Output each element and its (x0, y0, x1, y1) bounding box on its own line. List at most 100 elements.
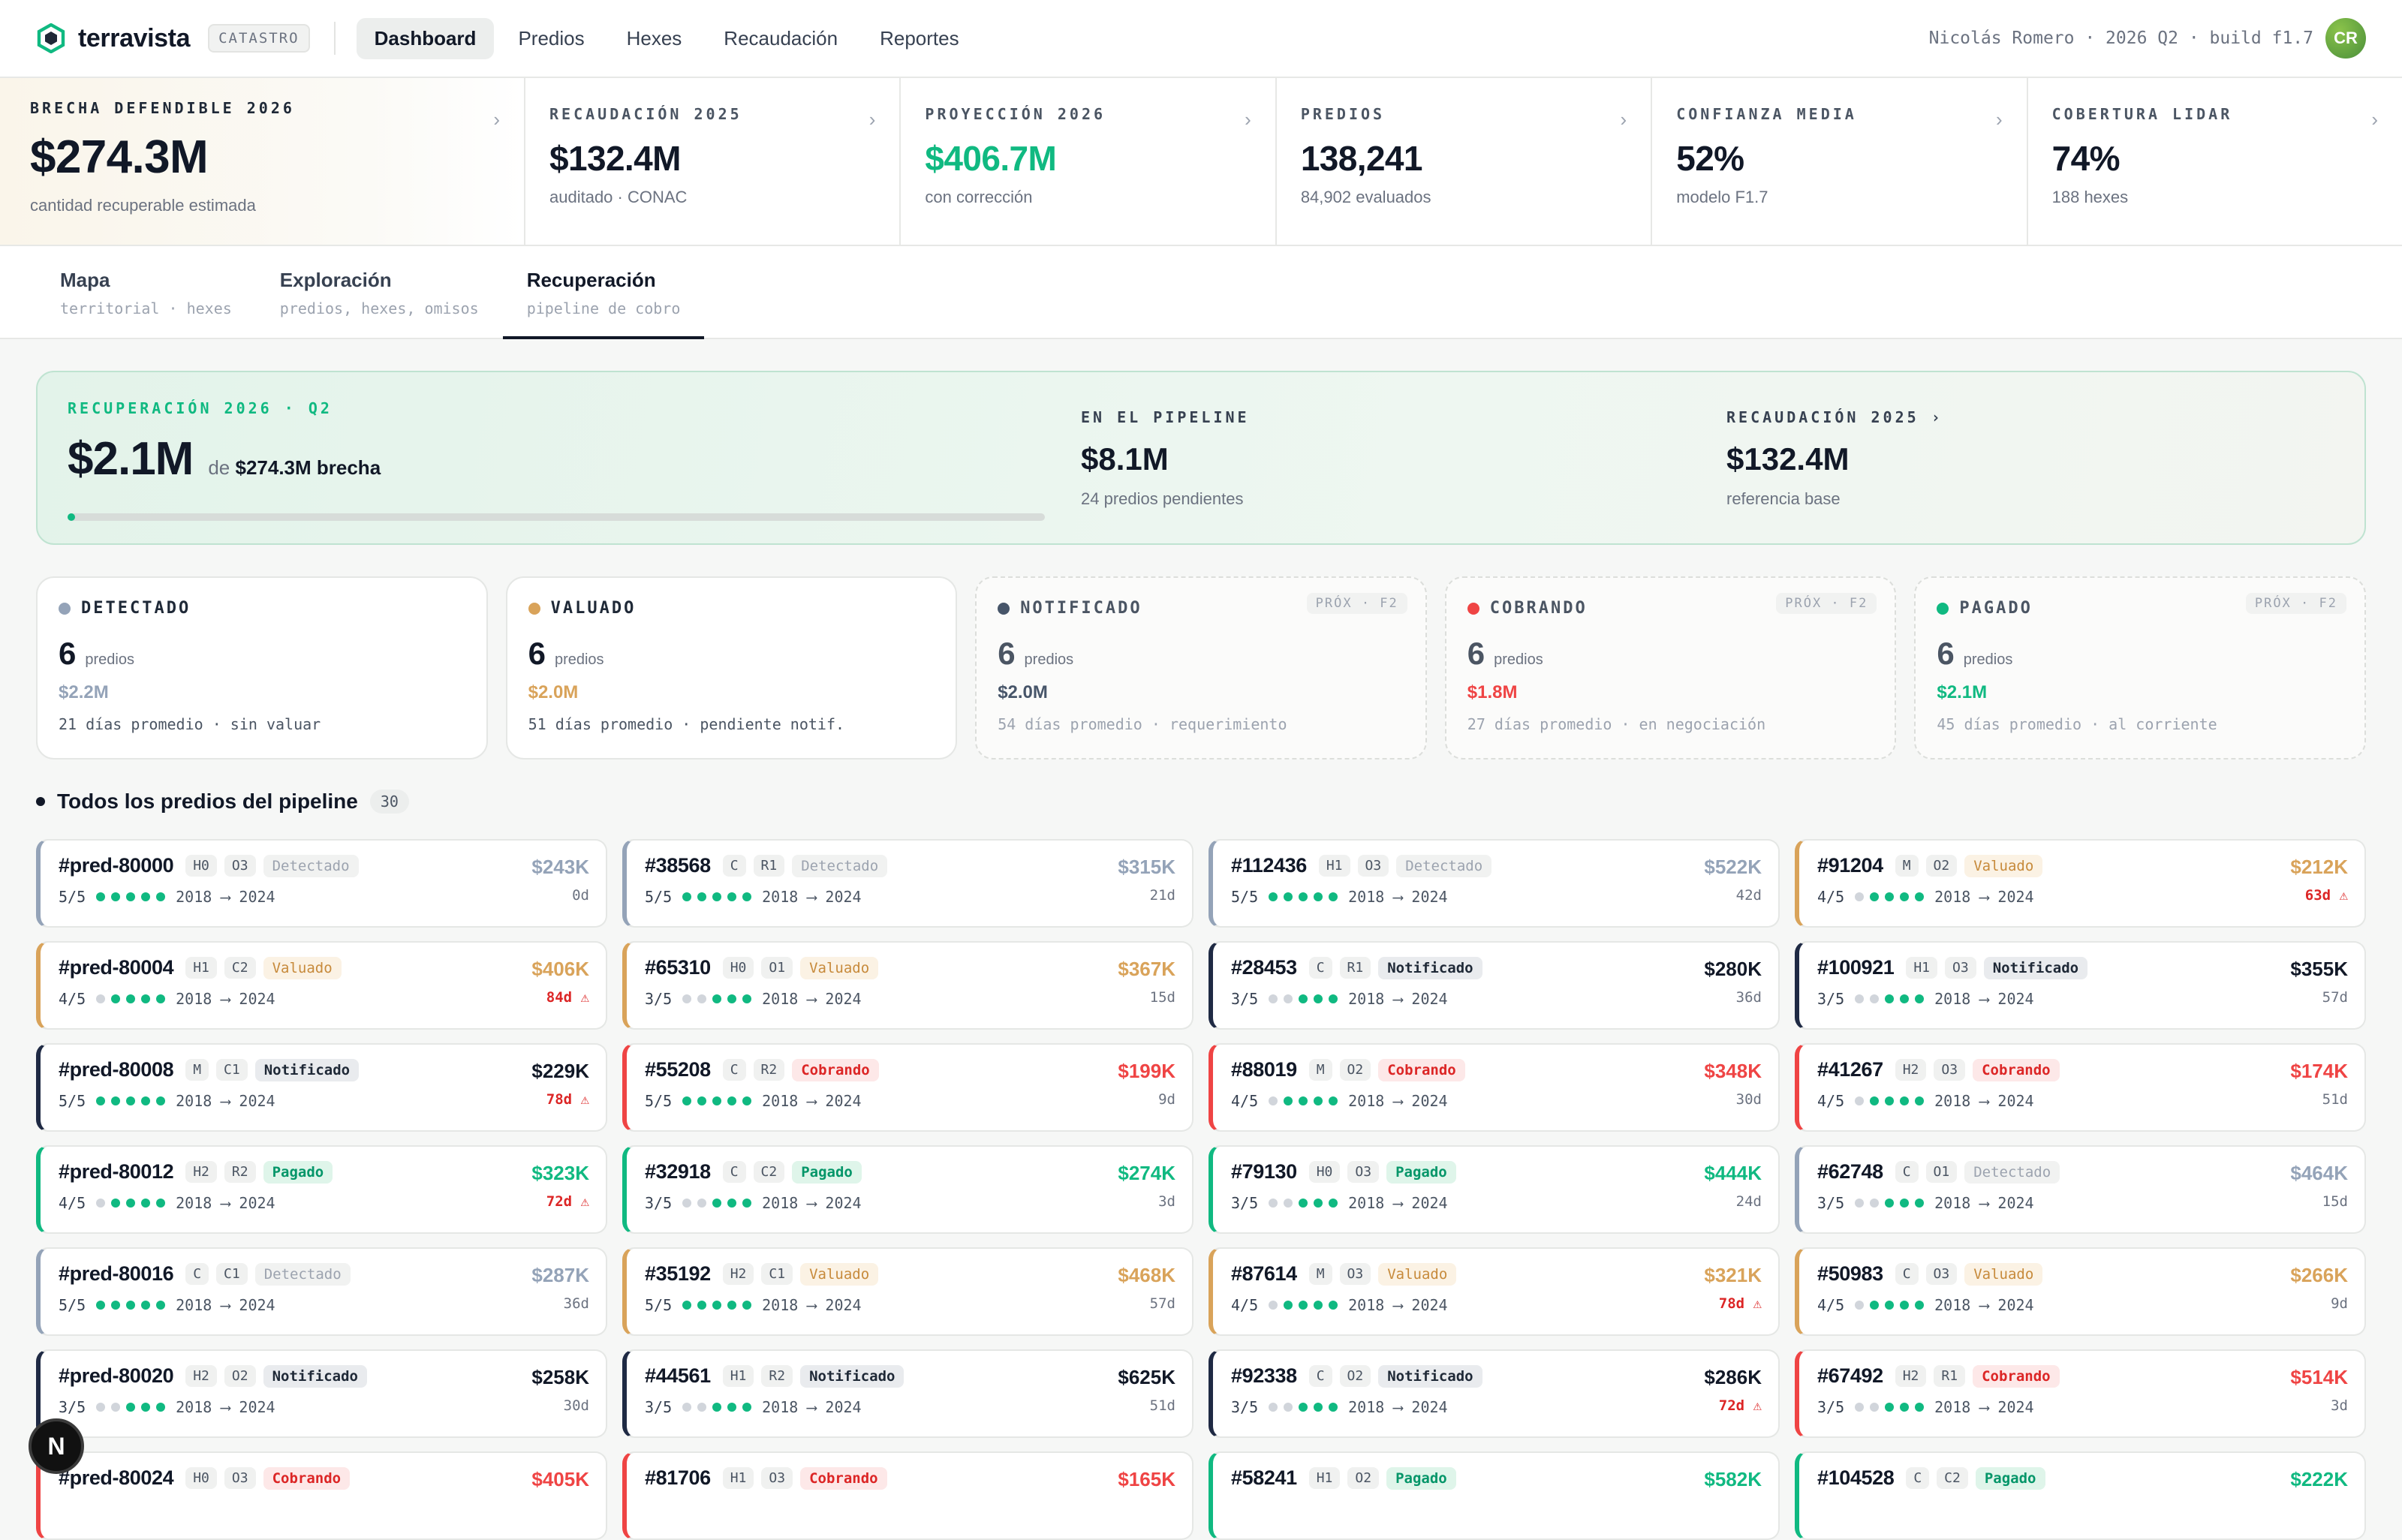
kpi-recaudacion[interactable]: RECAUDACIÓN 2025 $132.4M auditado · CONA… (525, 78, 902, 245)
tab-subtitle: territorial · hexes (60, 299, 232, 317)
kpi-sub: con corrección (925, 188, 1033, 206)
tab-mapa[interactable]: Mapa territorial · hexes (36, 246, 256, 339)
stage-cobrando[interactable]: COBRANDO PRÓX · F2 6 predios $1.8M 27 dí… (1444, 576, 1897, 759)
zone-chip: C1 (216, 1059, 248, 1081)
predio-card[interactable]: #50983 C O3 Valuado $266K 9d 4/5 2018 ⟶ … (1795, 1247, 2366, 1336)
predio-card[interactable]: #104528 C C2 Pagado $222K (1795, 1451, 2366, 1540)
predio-card[interactable]: #88019 M O2 Cobrando $348K 30d 4/5 2018 … (1209, 1043, 1780, 1132)
confidence-score: 3/5 (1231, 990, 1259, 1008)
predio-card[interactable]: #65310 H0 O1 Valuado $367K 15d 3/5 2018 … (622, 941, 1193, 1030)
next-dev-badge[interactable]: N (29, 1418, 84, 1474)
app-tag: CATASTRO (208, 24, 310, 53)
predio-card[interactable]: #81706 H1 O3 Cobrando $165K (622, 1451, 1193, 1540)
predio-card[interactable]: #pred-80004 H1 C2 Valuado $406K 84d ⚠ 4/… (36, 941, 607, 1030)
predio-card[interactable]: #41267 H2 O3 Cobrando $174K 51d 4/5 2018… (1795, 1043, 2366, 1132)
base-stat[interactable]: RECAUDACIÓN 2025 › $132.4M referencia ba… (1726, 408, 1943, 509)
kpi-predios[interactable]: PREDIOS 138,241 84,902 evaluados › (1277, 78, 1653, 245)
predio-card[interactable]: #pred-80016 C C1 Detectado $287K 36d 5/5… (36, 1247, 607, 1336)
predio-card[interactable]: #87614 M O3 Valuado $321K 78d ⚠ 4/5 2018… (1209, 1247, 1780, 1336)
stage-phase-badge: PRÓX · F2 (1306, 593, 1407, 614)
tab-title: Exploración (279, 269, 392, 291)
nav-recaudacion[interactable]: Recaudación (706, 18, 856, 59)
predio-card[interactable]: #pred-80000 H0 O3 Detectado $243K 0d 5/5… (36, 839, 607, 928)
stage-pagado[interactable]: PAGADO PRÓX · F2 6 predios $2.1M 45 días… (1914, 576, 2366, 759)
predio-card[interactable]: #91204 M O2 Valuado $212K 63d ⚠ 4/5 2018… (1795, 839, 2366, 928)
stage-notificado[interactable]: NOTIFICADO PRÓX · F2 6 predios $2.0M 54 … (975, 576, 1427, 759)
year-range: 2018 ⟶ 2024 (762, 1194, 862, 1212)
app-logo[interactable]: terravista CATASTRO (36, 23, 310, 53)
card-top: #92338 C O2 Notificado (1231, 1364, 1760, 1388)
predio-card[interactable]: #38568 C R1 Detectado $315K 21d 5/5 2018… (622, 839, 1193, 928)
confidence-dot (1269, 1096, 1278, 1105)
kpi-lidar[interactable]: COBERTURA LIDAR 74% 188 hexes › (2028, 78, 2402, 245)
predio-card[interactable]: #pred-80012 H2 R2 Pagado $323K 72d ⚠ 4/5… (36, 1145, 607, 1234)
status-badge: Notificado (254, 1058, 360, 1081)
predio-card[interactable]: #112436 H1 O3 Detectado $522K 42d 5/5 20… (1209, 839, 1780, 928)
year-range: 2018 ⟶ 2024 (176, 990, 275, 1008)
predio-card[interactable]: #58241 H1 O2 Pagado $582K (1209, 1451, 1780, 1540)
confidence-dots (1855, 1199, 1925, 1208)
avatar[interactable]: CR (2325, 18, 2366, 59)
kpi-confianza[interactable]: CONFIANZA MEDIA 52% modelo F1.7 › (1652, 78, 2028, 245)
confidence-score: 4/5 (1231, 1296, 1259, 1314)
predio-card[interactable]: #79130 H0 O3 Pagado $444K 24d 3/5 2018 ⟶… (1209, 1145, 1780, 1234)
predio-card[interactable]: #100921 H1 O3 Notificado $355K 57d 3/5 2… (1795, 941, 2366, 1030)
nav-hexes[interactable]: Hexes (609, 18, 700, 59)
nav-dashboard[interactable]: Dashboard (356, 17, 495, 59)
predio-card[interactable]: #55208 C R2 Cobrando $199K 9d 5/5 2018 ⟶… (622, 1043, 1193, 1132)
hex-chip: H1 (722, 1467, 754, 1489)
kpi-label: RECAUDACIÓN 2025 (549, 105, 742, 123)
predio-card[interactable]: #35192 H2 C1 Valuado $468K 57d 5/5 2018 … (622, 1247, 1193, 1336)
card-top: #100921 H1 O3 Notificado (1817, 956, 2346, 979)
predio-card[interactable]: #44561 H1 R2 Notificado $625K 51d 3/5 20… (622, 1349, 1193, 1438)
predio-card[interactable]: #92338 C O2 Notificado $286K 72d ⚠ 3/5 2… (1209, 1349, 1780, 1438)
confidence-dot (1284, 892, 1293, 901)
hex-chip: H1 (185, 957, 217, 979)
confidence-score: 3/5 (1817, 1398, 1845, 1416)
confidence-score: 4/5 (59, 1194, 86, 1212)
confidence-dot (697, 994, 707, 1003)
recovery-banner: RECUPERACIÓN 2026 · Q2 $2.1M de $274.3M … (36, 371, 2366, 545)
status-dot-icon (1467, 602, 1479, 615)
zone-chip: C2 (1937, 1467, 1968, 1489)
confidence-dot (1855, 1301, 1865, 1310)
card-top: #pred-80000 H0 O3 Detectado (59, 854, 588, 877)
confidence-dot (1885, 994, 1895, 1003)
hex-chip: H2 (185, 1161, 217, 1183)
confidence-dot (1885, 1403, 1895, 1412)
stage-unit: predios (85, 651, 134, 668)
predio-card[interactable]: #62748 C O1 Detectado $464K 15d 3/5 2018… (1795, 1145, 2366, 1234)
stage-count: 6 (528, 636, 546, 671)
confidence-dot (1329, 1301, 1338, 1310)
predio-card[interactable]: #28453 C R1 Notificado $280K 36d 3/5 201… (1209, 941, 1780, 1030)
confidence-dot (682, 994, 692, 1003)
confidence-dot (1299, 1403, 1308, 1412)
nav-reportes[interactable]: Reportes (862, 18, 977, 59)
predio-card[interactable]: #67492 H2 R1 Cobrando $514K 3d 3/5 2018 … (1795, 1349, 2366, 1438)
stage-footer: 27 días promedio · en negociación (1467, 715, 1766, 733)
card-bottom: 4/5 2018 ⟶ 2024 (59, 990, 588, 1008)
confidence-dot (1855, 1096, 1865, 1105)
zone-chip: O3 (224, 1467, 256, 1489)
stage-detectado[interactable]: DETECTADO 6 predios $2.2M 21 días promed… (36, 576, 488, 759)
tab-title: Recuperación (526, 269, 656, 291)
status-badge: Valuado (263, 956, 342, 979)
kpi-proyeccion[interactable]: PROYECCIÓN 2026 $406.7M con corrección › (901, 78, 1277, 245)
kpi-sub: 84,902 evaluados (1300, 188, 1431, 206)
card-top: #88019 M O2 Cobrando (1231, 1058, 1760, 1081)
predio-card[interactable]: #pred-80008 M C1 Notificado $229K 78d ⚠ … (36, 1043, 607, 1132)
confidence-dot (156, 892, 166, 901)
kpi-brecha[interactable]: BRECHA DEFENDIBLE 2026 $274.3M cantidad … (0, 78, 525, 245)
confidence-score: 5/5 (59, 1092, 86, 1110)
predio-card[interactable]: #32918 C C2 Pagado $274K 3d 3/5 2018 ⟶ 2… (622, 1145, 1193, 1234)
predio-card[interactable]: #pred-80024 H0 O3 Cobrando $405K (36, 1451, 607, 1540)
view-tabs: Mapa territorial · hexes Exploración pre… (0, 246, 2402, 339)
tab-exploracion[interactable]: Exploración predios, hexes, omisos (256, 246, 503, 339)
pipeline-label: EN EL PIPELINE (1081, 408, 1250, 426)
tab-recuperacion[interactable]: Recuperación pipeline de cobro (502, 246, 705, 339)
predio-card[interactable]: #pred-80020 H2 O2 Notificado $258K 30d 3… (36, 1349, 607, 1438)
stage-valuado[interactable]: VALUADO 6 predios $2.0M 51 días promedio… (505, 576, 958, 759)
confidence-dot (1885, 1301, 1895, 1310)
predio-age: 78d ⚠ (1718, 1295, 1762, 1312)
nav-predios[interactable]: Predios (500, 18, 602, 59)
